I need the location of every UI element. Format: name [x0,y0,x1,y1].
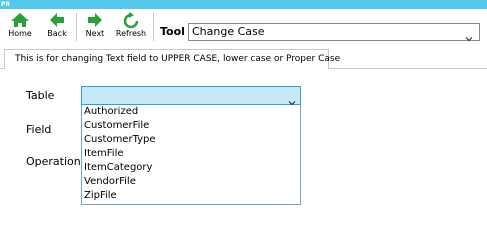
title-bar: PR [0,0,487,9]
next-label: Next [85,29,105,38]
dropdown-option[interactable]: ZipFile [82,189,300,203]
back-arrow-icon [44,11,70,29]
table-dropdown-list: Authorized CustomerFile CustomerType Ite… [81,105,301,205]
operation-label: Operation [26,155,81,168]
table-select[interactable] [81,86,301,106]
home-button[interactable]: Home [6,11,34,43]
tab-label: This is for changing Text field to UPPER… [15,54,341,64]
chevron-down-icon [465,28,473,42]
tool-label: Tool [160,25,185,38]
home-icon [6,11,34,29]
home-label: Home [8,29,32,38]
dropdown-option[interactable]: CustomerType [82,133,300,147]
next-button[interactable]: Next [82,11,108,43]
tool-select-value: Change Case [192,25,265,38]
back-label: Back [47,29,67,38]
chevron-down-icon [288,92,296,106]
dropdown-option[interactable]: Authorized [82,105,300,119]
app-icon: PR [1,1,11,8]
dropdown-option[interactable]: ItemCategory [82,161,300,175]
dropdown-option[interactable]: VendorFile [82,175,300,189]
back-button[interactable]: Back [44,11,70,43]
dropdown-option[interactable]: CustomerFile [82,119,300,133]
toolbar-separator [153,13,154,41]
refresh-button[interactable]: Refresh [115,11,147,43]
field-label: Field [26,123,52,136]
refresh-icon [115,11,147,29]
refresh-label: Refresh [115,29,147,38]
tool-select[interactable]: Change Case [188,23,480,42]
toolbar-separator [76,13,77,41]
tab-change-case[interactable]: This is for changing Text field to UPPER… [4,49,340,69]
next-arrow-icon [82,11,108,29]
table-label: Table [26,89,55,102]
dropdown-option[interactable]: ItemFile [82,147,300,161]
